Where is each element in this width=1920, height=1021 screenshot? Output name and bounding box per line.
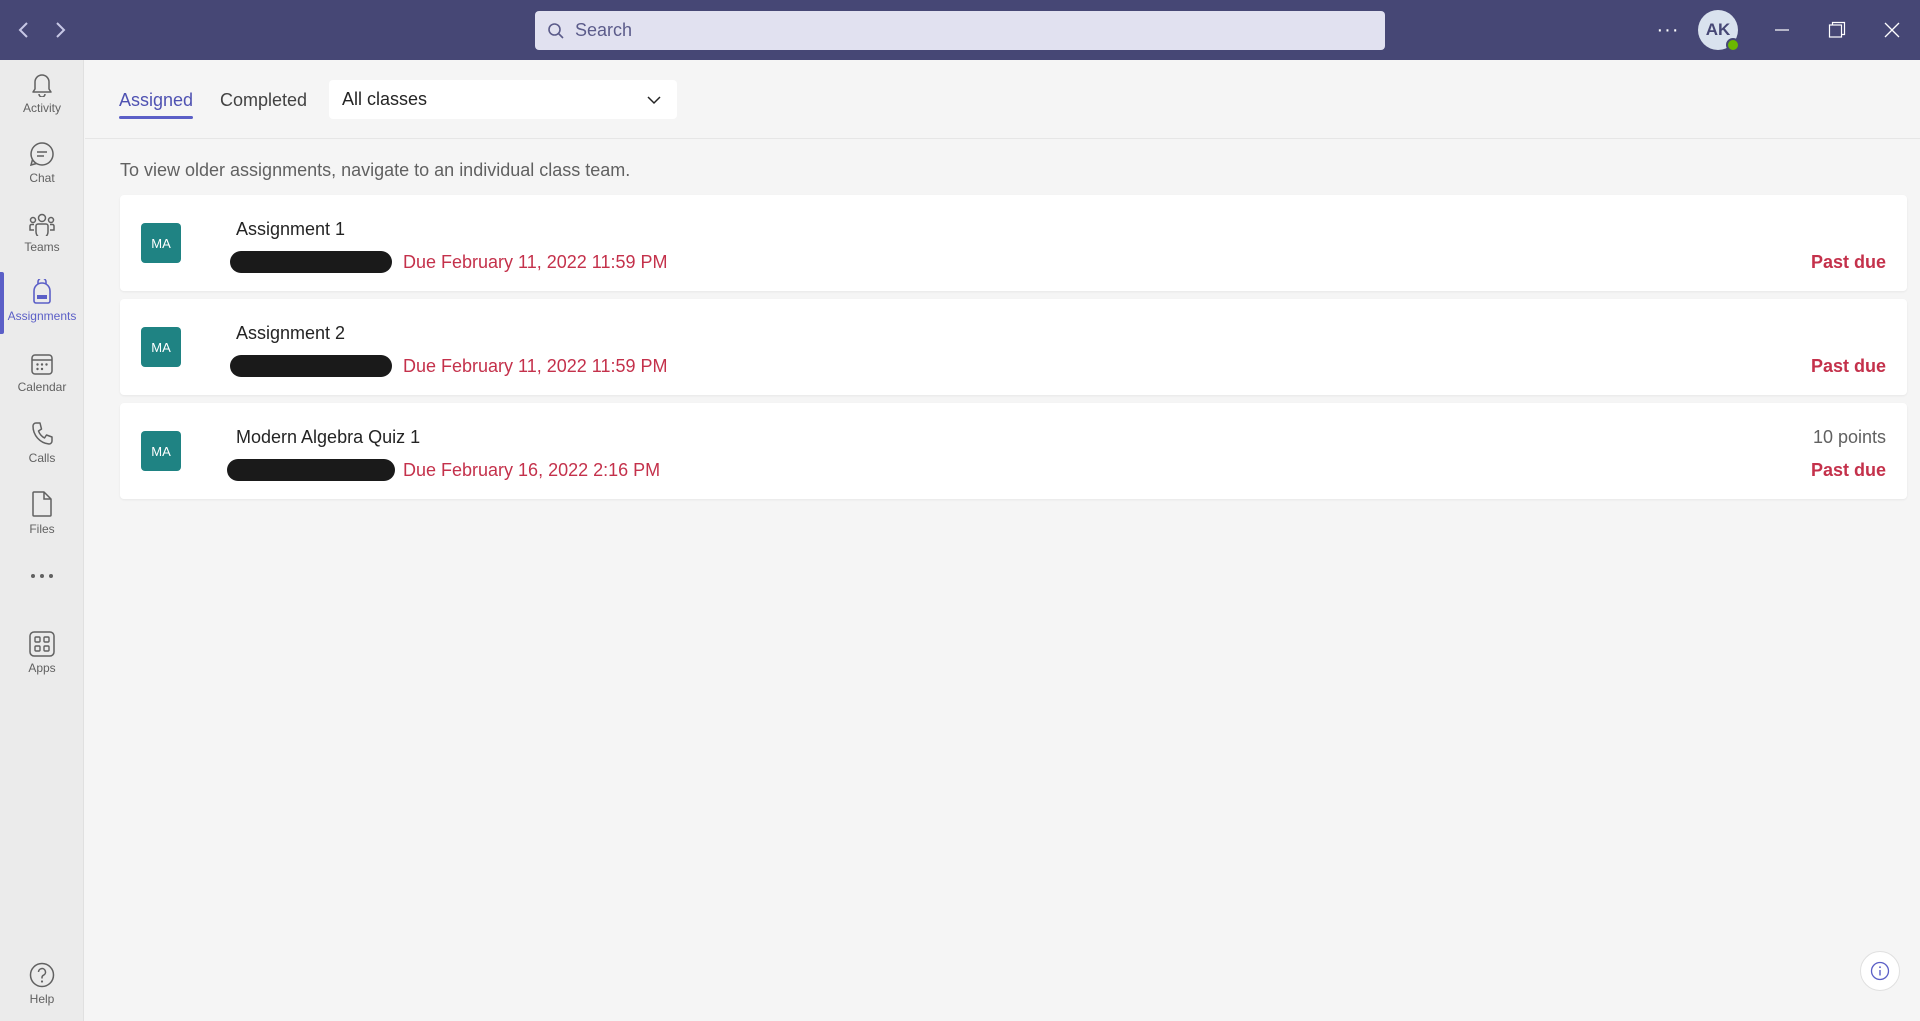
app-rail: Activity Chat Teams Assignments Calendar… [0, 60, 84, 1021]
rail-item-label: Teams [24, 240, 60, 254]
more-icon: ··· [1656, 18, 1680, 41]
rail-item-label: Chat [29, 171, 55, 185]
backpack-icon [33, 279, 51, 304]
rail-item-label: Assignments [7, 309, 77, 323]
rail-item-calls[interactable]: Calls [0, 410, 84, 476]
assignment-title: Assignment 2 [236, 323, 346, 343]
rail-item-calendar[interactable]: Calendar [0, 340, 84, 406]
rail-item-help[interactable]: Help [0, 951, 84, 1017]
minimize-button[interactable] [1764, 12, 1800, 48]
rail-item-label: Files [29, 522, 55, 536]
class-badge: MA [141, 223, 181, 263]
title-bar: ··· AK [0, 0, 1920, 60]
rail-item-label: Activity [22, 101, 61, 115]
class-badge: MA [141, 431, 181, 471]
older-assignments-notice: To view older assignments, navigate to a… [120, 160, 631, 180]
tab-assigned[interactable]: Assigned [119, 90, 194, 119]
assignments-toolbar: Assigned Completed All classes [85, 60, 1920, 139]
assignment-due-date: Due February 11, 2022 11:59 PM [403, 356, 668, 376]
assignment-card[interactable]: MA Assignment 2 Due February 11, 2022 11… [120, 299, 1907, 395]
search-box[interactable] [535, 11, 1385, 50]
minimize-icon [1775, 29, 1789, 31]
assignment-points: 10 points [1812, 427, 1886, 447]
class-badge: MA [141, 327, 181, 367]
settings-more-button[interactable]: ··· [1652, 14, 1684, 46]
class-filter-dropdown[interactable]: All classes [329, 80, 677, 119]
restore-button[interactable] [1819, 12, 1855, 48]
info-icon [1870, 961, 1890, 981]
avatar[interactable]: AK [1698, 10, 1740, 52]
chat-icon [29, 142, 54, 167]
rail-item-activity[interactable]: Activity [0, 60, 84, 126]
rail-item-teams[interactable]: Teams [0, 200, 84, 266]
chevron-left-icon [18, 22, 28, 38]
assignment-title: Modern Algebra Quiz 1 [236, 427, 421, 447]
assignment-due-date: Due February 16, 2022 2:16 PM [403, 460, 661, 480]
rail-item-chat[interactable]: Chat [0, 130, 84, 196]
redacted-class-name [227, 459, 395, 481]
search-icon [548, 22, 564, 39]
rail-item-label: Calls [28, 451, 56, 465]
rail-more-apps-button[interactable] [0, 551, 84, 601]
info-button[interactable] [1860, 951, 1900, 991]
chevron-right-icon [56, 22, 66, 38]
calendar-icon [31, 354, 53, 375]
rail-item-apps[interactable]: Apps [0, 620, 84, 686]
redacted-class-name [230, 251, 392, 273]
assignment-due-date: Due February 11, 2022 11:59 PM [403, 252, 668, 272]
avatar-initials: AK [1705, 20, 1731, 39]
rail-item-label: Apps [28, 661, 56, 675]
past-due-status: Past due [1810, 460, 1886, 480]
rail-item-files[interactable]: Files [0, 480, 84, 546]
forward-button[interactable] [46, 16, 74, 44]
assignment-card[interactable]: MA Assignment 1 Due February 11, 2022 11… [120, 195, 1907, 291]
teams-icon [29, 213, 55, 236]
help-icon [29, 962, 55, 988]
chevron-down-icon [647, 96, 661, 105]
close-button[interactable] [1874, 12, 1910, 48]
more-icon [31, 574, 53, 578]
redacted-class-name [230, 355, 392, 377]
rail-item-label: Calendar [17, 380, 67, 394]
apps-icon [29, 631, 55, 657]
search-input[interactable] [575, 20, 1355, 41]
rail-item-assignments[interactable]: Assignments [0, 268, 84, 334]
assignments-main: Assigned Completed All classes To view o… [85, 60, 1920, 1021]
phone-icon [32, 422, 53, 445]
file-icon [32, 491, 52, 517]
restore-icon [1828, 21, 1846, 38]
tab-completed[interactable]: Completed [220, 90, 307, 111]
back-button[interactable] [10, 16, 38, 44]
close-icon [1884, 22, 1900, 38]
past-due-status: Past due [1810, 356, 1886, 376]
presence-available-icon [1726, 38, 1740, 52]
rail-item-label: Help [29, 992, 55, 1006]
bell-icon [32, 74, 52, 97]
assignment-title: Assignment 1 [236, 219, 346, 239]
class-filter-value: All classes [342, 89, 428, 109]
assignment-card[interactable]: MA Modern Algebra Quiz 1 Due February 16… [120, 403, 1907, 499]
past-due-status: Past due [1810, 252, 1886, 272]
